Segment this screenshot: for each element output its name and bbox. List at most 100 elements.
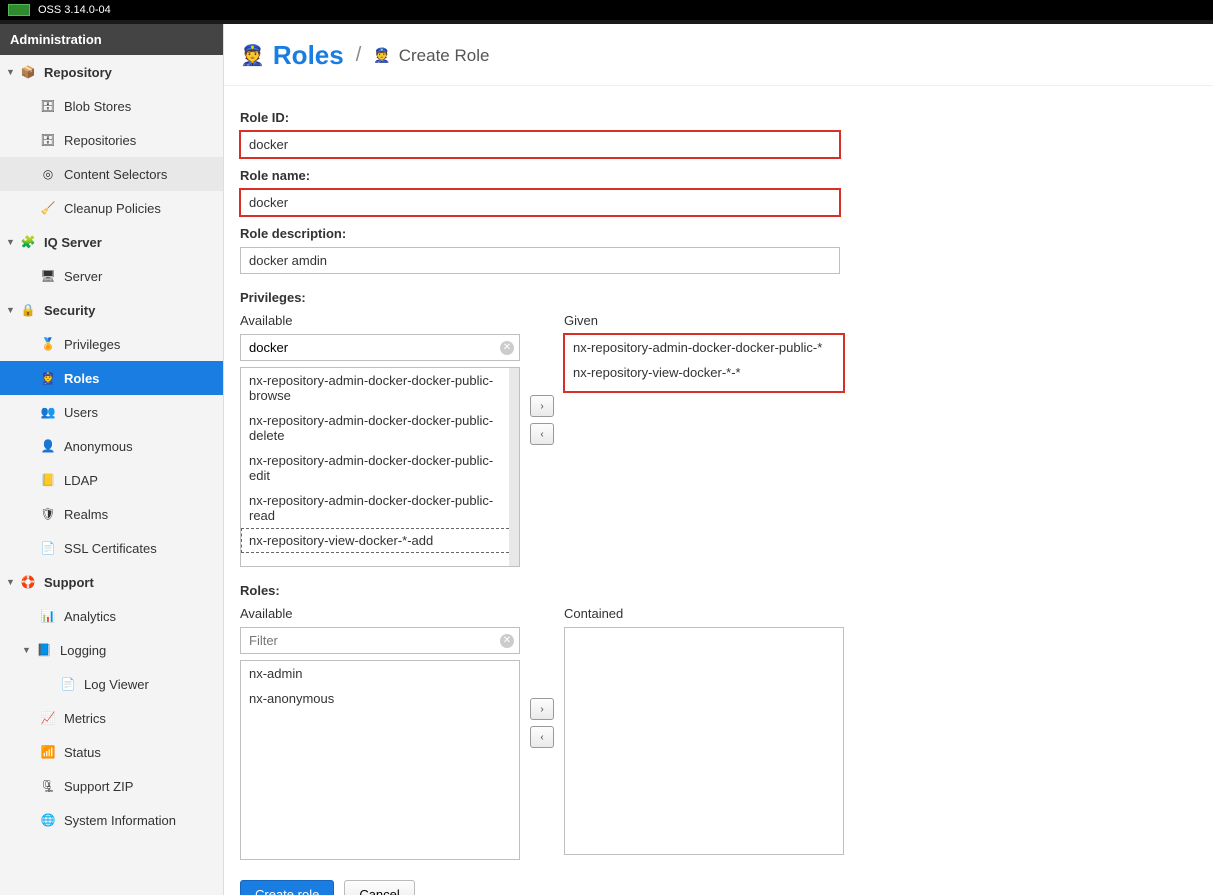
ssl-certificates-icon: 📄	[40, 540, 56, 556]
role-name-input[interactable]	[240, 189, 840, 216]
sidebar-item-analytics[interactable]: 📊Analytics	[0, 599, 223, 633]
list-item[interactable]: nx-repository-admin-docker-docker-public…	[241, 408, 519, 448]
sidebar-item-roles[interactable]: 👮Roles	[0, 361, 223, 395]
list-item[interactable]: nx-repository-admin-docker-docker-public…	[241, 488, 519, 528]
sidebar-item-content-selectors[interactable]: ◎Content Selectors	[0, 157, 223, 191]
role-id-input[interactable]	[240, 131, 840, 158]
roles-icon: 👮	[40, 370, 56, 386]
iq-server-icon: 🧩	[20, 234, 36, 250]
repositories-icon: 🗄	[40, 132, 56, 148]
log-viewer-icon: 📄	[60, 676, 76, 692]
roles-transfer: Available ✕ nx-adminnx-anonymous › ‹ Con…	[240, 606, 1197, 860]
sidebar-title: Administration	[0, 24, 223, 55]
cancel-button[interactable]: Cancel	[344, 880, 414, 895]
privileges-add-button[interactable]: ›	[530, 395, 554, 417]
version-label: OSS 3.14.0-04	[38, 4, 111, 16]
sidebar-item-label: Repository	[44, 65, 112, 80]
sidebar-item-repositories[interactable]: 🗄 Repositories	[0, 123, 223, 157]
anonymous-icon: 👤	[40, 438, 56, 454]
sidebar-item-label: Analytics	[64, 609, 116, 624]
roles-filter-input[interactable]	[240, 627, 520, 654]
privileges-remove-button[interactable]: ‹	[530, 423, 554, 445]
privileges-given-label: Given	[564, 313, 844, 328]
sidebar-item-support-zip[interactable]: 🗜 Support ZIP	[0, 769, 223, 803]
sidebar-item-ldap[interactable]: 📒LDAP	[0, 463, 223, 497]
sidebar-item-status[interactable]: 📶Status	[0, 735, 223, 769]
users-icon: 👥	[40, 404, 56, 420]
support-icon: 🛟	[20, 574, 36, 590]
roles-available-list[interactable]: nx-adminnx-anonymous	[240, 660, 520, 860]
caret-icon: ▼	[6, 67, 18, 77]
sidebar-item-logging[interactable]: ▼📘Logging	[0, 633, 223, 667]
scrollbar[interactable]	[509, 368, 519, 566]
caret-icon: ▼	[6, 305, 18, 315]
sidebar-item-ssl-certificates[interactable]: 📄SSL Certificates	[0, 531, 223, 565]
roles-filter-clear-icon[interactable]: ✕	[500, 634, 514, 648]
sidebar-item-label: Repositories	[64, 133, 136, 148]
sidebar-item-label: Logging	[60, 643, 106, 658]
create-role-form: Role ID: Role name: Role description: Pr…	[224, 86, 1213, 895]
list-item[interactable]: nx-anonymous	[241, 686, 519, 711]
sidebar-item-iq-server[interactable]: ▼🧩IQ Server	[0, 225, 223, 259]
sidebar-item-label: Support	[44, 575, 94, 590]
sidebar-item-label: Support ZIP	[64, 779, 133, 794]
create-role-icon: 👮	[373, 47, 390, 64]
roles-remove-button[interactable]: ‹	[530, 726, 554, 748]
role-name-label: Role name:	[240, 168, 1197, 183]
topbar: OSS 3.14.0-04	[0, 0, 1213, 20]
metrics-icon: 📈	[40, 710, 56, 726]
security-icon: 🔒	[20, 302, 36, 318]
caret-icon: ▼	[6, 237, 18, 247]
support-zip-icon: 🗜	[40, 778, 56, 794]
sidebar-item-label: LDAP	[64, 473, 98, 488]
sidebar-item-cleanup-policies[interactable]: 🧹Cleanup Policies	[0, 191, 223, 225]
content-header: 👮 Roles / 👮 Create Role	[224, 24, 1213, 86]
list-item[interactable]: nx-repository-view-docker-*-*	[565, 360, 843, 385]
sidebar-item-label: Status	[64, 745, 101, 760]
sidebar-item-users[interactable]: 👥Users	[0, 395, 223, 429]
server-icon: 🖥	[40, 268, 56, 284]
list-item[interactable]: nx-repository-view-docker-*-add	[241, 528, 519, 553]
sidebar-item-realms[interactable]: 🛡Realms	[0, 497, 223, 531]
sidebar: Administration ▼📦Repository🗄Blob Stores🗄…	[0, 24, 224, 895]
sidebar-item-label: Log Viewer	[84, 677, 149, 692]
roles-contained-list[interactable]	[564, 627, 844, 855]
repository-icon: 📦	[20, 64, 36, 80]
sidebar-item-label: Server	[64, 269, 102, 284]
realms-icon: 🛡	[40, 506, 56, 522]
privileges-given-list[interactable]: nx-repository-admin-docker-docker-public…	[564, 334, 844, 392]
list-item[interactable]: nx-repository-admin-docker-docker-public…	[241, 448, 519, 488]
roles-add-button[interactable]: ›	[530, 698, 554, 720]
sidebar-item-label: System Information	[64, 813, 176, 828]
blob-stores-icon: 🗄	[40, 98, 56, 114]
list-item[interactable]: nx-admin	[241, 661, 519, 686]
roles-available-label: Available	[240, 606, 520, 621]
breadcrumb-roles[interactable]: Roles	[273, 40, 344, 71]
sidebar-item-support[interactable]: ▼🛟Support	[0, 565, 223, 599]
list-item[interactable]: nx-repository-admin-docker-docker-public…	[565, 335, 843, 360]
sidebar-item-log-viewer[interactable]: 📄 Log Viewer	[0, 667, 223, 701]
caret-icon: ▼	[22, 645, 34, 655]
privileges-filter-input[interactable]	[240, 334, 520, 361]
sidebar-item-metrics[interactable]: 📈Metrics	[0, 701, 223, 735]
privileges-filter-clear-icon[interactable]: ✕	[500, 341, 514, 355]
sidebar-item-security[interactable]: ▼🔒Security	[0, 293, 223, 327]
sidebar-item-anonymous[interactable]: 👤Anonymous	[0, 429, 223, 463]
sidebar-item-privileges[interactable]: 🏅Privileges	[0, 327, 223, 361]
sidebar-item-repository[interactable]: ▼📦 Repository	[0, 55, 223, 89]
sidebar-item-server[interactable]: 🖥 Server	[0, 259, 223, 293]
sidebar-item-system-information[interactable]: 🌐System Information	[0, 803, 223, 837]
sidebar-item-label: Content Selectors	[64, 167, 167, 182]
privileges-available-list[interactable]: nx-repository-admin-docker-docker-public…	[240, 367, 520, 567]
list-item[interactable]: nx-repository-admin-docker-docker-public…	[241, 368, 519, 408]
privileges-label: Privileges:	[240, 290, 1197, 305]
sidebar-item-blob-stores[interactable]: 🗄 Blob Stores	[0, 89, 223, 123]
role-description-input[interactable]	[240, 247, 840, 274]
roles-icon: 👮	[240, 43, 265, 68]
headerbar	[0, 20, 1213, 24]
role-id-label: Role ID:	[240, 110, 1197, 125]
form-actions: Create role Cancel	[240, 880, 1197, 895]
sidebar-item-label: Blob Stores	[64, 99, 131, 114]
cleanup-policies-icon: 🧹	[40, 200, 56, 216]
create-role-button[interactable]: Create role	[240, 880, 334, 895]
